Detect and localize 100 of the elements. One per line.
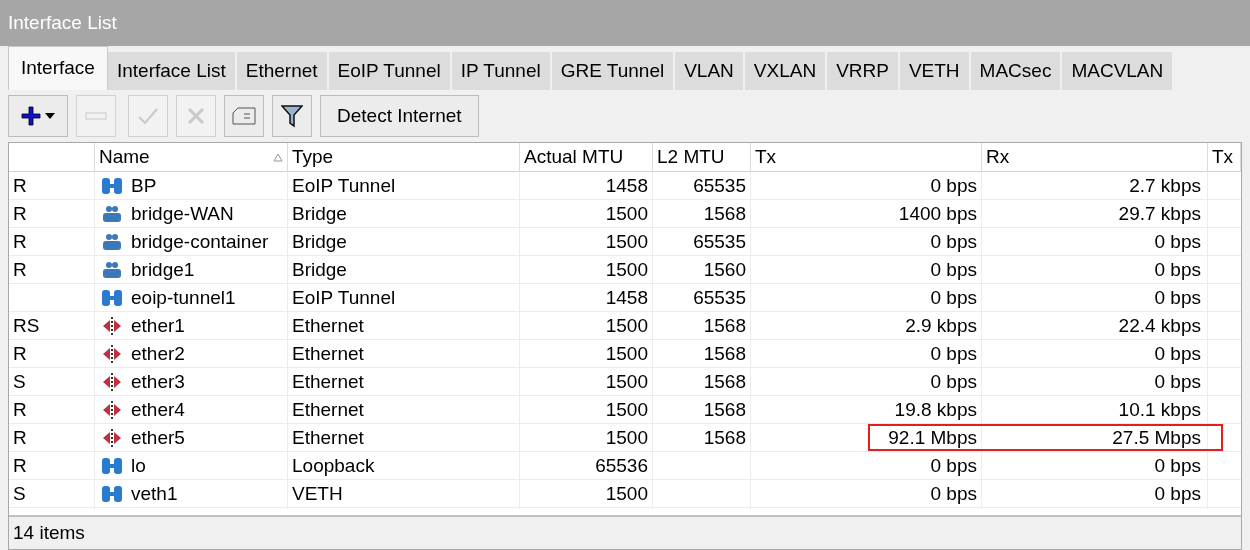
flags-cell-text: S [13,370,26,394]
tab[interactable]: IP Tunnel [451,52,552,90]
type-cell-text: VETH [292,482,343,506]
ethernet-port-icon [101,344,123,365]
bridge-icon [101,233,123,252]
rx-cell-text: 29.7 kbps [1118,202,1201,226]
tab[interactable]: MACsec [970,52,1063,90]
rx-cell-text: 10.1 kbps [1118,398,1201,422]
rx-cell-text: 0 bps [1154,370,1201,394]
flags-cell-text: R [13,202,27,226]
table-row[interactable]: R bridge-container Bridge 1500 65535 0 bps 0 bps [9,228,1241,256]
tab[interactable]: VXLAN [744,52,828,90]
table-row[interactable]: RS ether1 Ethernet 1500 1568 2.9 kbps 22.4 kbps [9,312,1241,340]
tab[interactable]: Interface [8,46,108,90]
tx-cell-text: 0 bps [930,454,977,478]
mtu-cell-text: 1500 [605,370,648,394]
table-row[interactable]: R ether2 Ethernet 1500 1568 0 bps 0 bps [9,340,1241,368]
plus-icon [21,106,41,126]
rx-cell-text: 0 bps [1154,230,1201,254]
tx-cell-text: 92.1 Mbps [888,426,977,450]
type-cell-text: EoIP Tunnel [292,174,396,198]
ethernet-port-icon [101,400,123,421]
minus-icon [85,112,107,120]
flags-cell-text: R [13,174,27,198]
comment-button[interactable] [224,95,264,137]
ethernet-port-icon [101,428,123,449]
tab[interactable]: GRE Tunnel [551,52,676,90]
mtu-cell-text: 1500 [605,342,648,366]
table-row[interactable]: R ether4 Ethernet 1500 1568 19.8 kbps 10.1 kbps [9,396,1241,424]
name-cell-text: ether2 [131,342,185,366]
check-icon [137,106,159,126]
name-cell-text: ether4 [131,398,185,422]
column-header[interactable]: L2 MTU [653,143,751,172]
mtu-cell-text: 65536 [595,454,648,478]
mtu-cell-text: 1500 [605,258,648,282]
table-row[interactable]: S ether3 Ethernet 1500 1568 0 bps 0 bps [9,368,1241,396]
column-header[interactable]: Name [95,143,288,172]
mtu-cell-text: 1500 [605,482,648,506]
note-icon [232,107,256,125]
rx-cell-text: 0 bps [1154,482,1201,506]
name-cell-text: BP [131,174,157,198]
flags-cell-text: R [13,398,27,422]
type-cell-text: Ethernet [292,370,364,394]
flags-cell-text: RS [13,314,40,338]
tab[interactable]: EoIP Tunnel [328,52,452,90]
table-row[interactable]: R lo Loopback 65536 0 bps 0 bps [9,452,1241,480]
type-cell-text: Ethernet [292,426,364,450]
column-header[interactable]: Actual MTU [520,143,653,172]
tab[interactable]: VETH [899,52,971,90]
rx-cell-text: 27.5 Mbps [1112,426,1201,450]
mtu-cell-text: 1500 [605,202,648,226]
status-text: 14 items [13,520,85,545]
tunnel-icon [101,456,123,477]
filter-button[interactable] [272,95,312,137]
column-header[interactable]: Tx [751,143,982,172]
mtu-cell-text: 1500 [605,314,648,338]
tab[interactable]: VRRP [827,52,900,90]
mtu-cell-text: 1568 [703,314,746,338]
ethernet-port-icon [101,316,123,337]
tx-cell-text: 2.9 kbps [905,314,977,338]
name-cell-text: bridge-WAN [131,202,234,226]
flags-cell-text: S [13,482,26,506]
flags-cell-text: R [13,454,27,478]
tx-cell-text: 0 bps [930,482,977,506]
detect-internet-button[interactable]: Detect Internet [320,95,479,137]
name-cell-text: ether1 [131,314,185,338]
tab[interactable]: Ethernet [236,52,329,90]
tx-cell-text: 0 bps [930,370,977,394]
name-cell-text: lo [131,454,146,478]
type-cell-text: Loopback [292,454,375,478]
rx-cell-text: 0 bps [1154,342,1201,366]
rx-cell-text: 0 bps [1154,286,1201,310]
sort-arrow-icon [273,152,283,162]
tx-cell-text: 0 bps [930,258,977,282]
mtu-cell-text: 1568 [703,370,746,394]
column-header[interactable]: Rx [982,143,1208,172]
name-cell-text: ether5 [131,426,185,450]
table-row[interactable]: R bridge-WAN Bridge 1500 1568 1400 bps 29.7 kbps [9,200,1241,228]
tx-cell-text: 0 bps [930,174,977,198]
x-icon [186,106,206,126]
tab[interactable]: MACVLAN [1062,52,1175,90]
mtu-cell-text: 1458 [605,286,648,310]
window-title: Interface List [0,0,1250,46]
mtu-cell-text: 1568 [703,398,746,422]
column-header[interactable]: Type [288,143,520,172]
flags-cell-text: R [13,342,27,366]
table-row[interactable]: eoip-tunnel1 EoIP Tunnel 1458 65535 0 bps 0 bps [9,284,1241,312]
table-row[interactable]: S veth1 VETH 1500 0 bps 0 bps [9,480,1241,508]
column-header[interactable]: Tx [1208,143,1241,172]
tab[interactable]: VLAN [675,52,745,90]
add-button[interactable] [8,95,68,137]
table-row[interactable]: R ether5 Ethernet 1500 1568 92.1 Mbps 27.5 Mbps [9,424,1241,452]
table-row[interactable]: R BP EoIP Tunnel 1458 65535 0 bps 2.7 kbps [9,172,1241,200]
mtu-cell-text: 65535 [693,230,746,254]
tx-cell-text: 0 bps [930,286,977,310]
tunnel-icon [101,176,123,197]
flags-cell-text: R [13,426,27,450]
name-cell-text: eoip-tunnel1 [131,286,236,310]
table-row[interactable]: R bridge1 Bridge 1500 1560 0 bps 0 bps [9,256,1241,284]
tab[interactable]: Interface List [107,52,237,90]
